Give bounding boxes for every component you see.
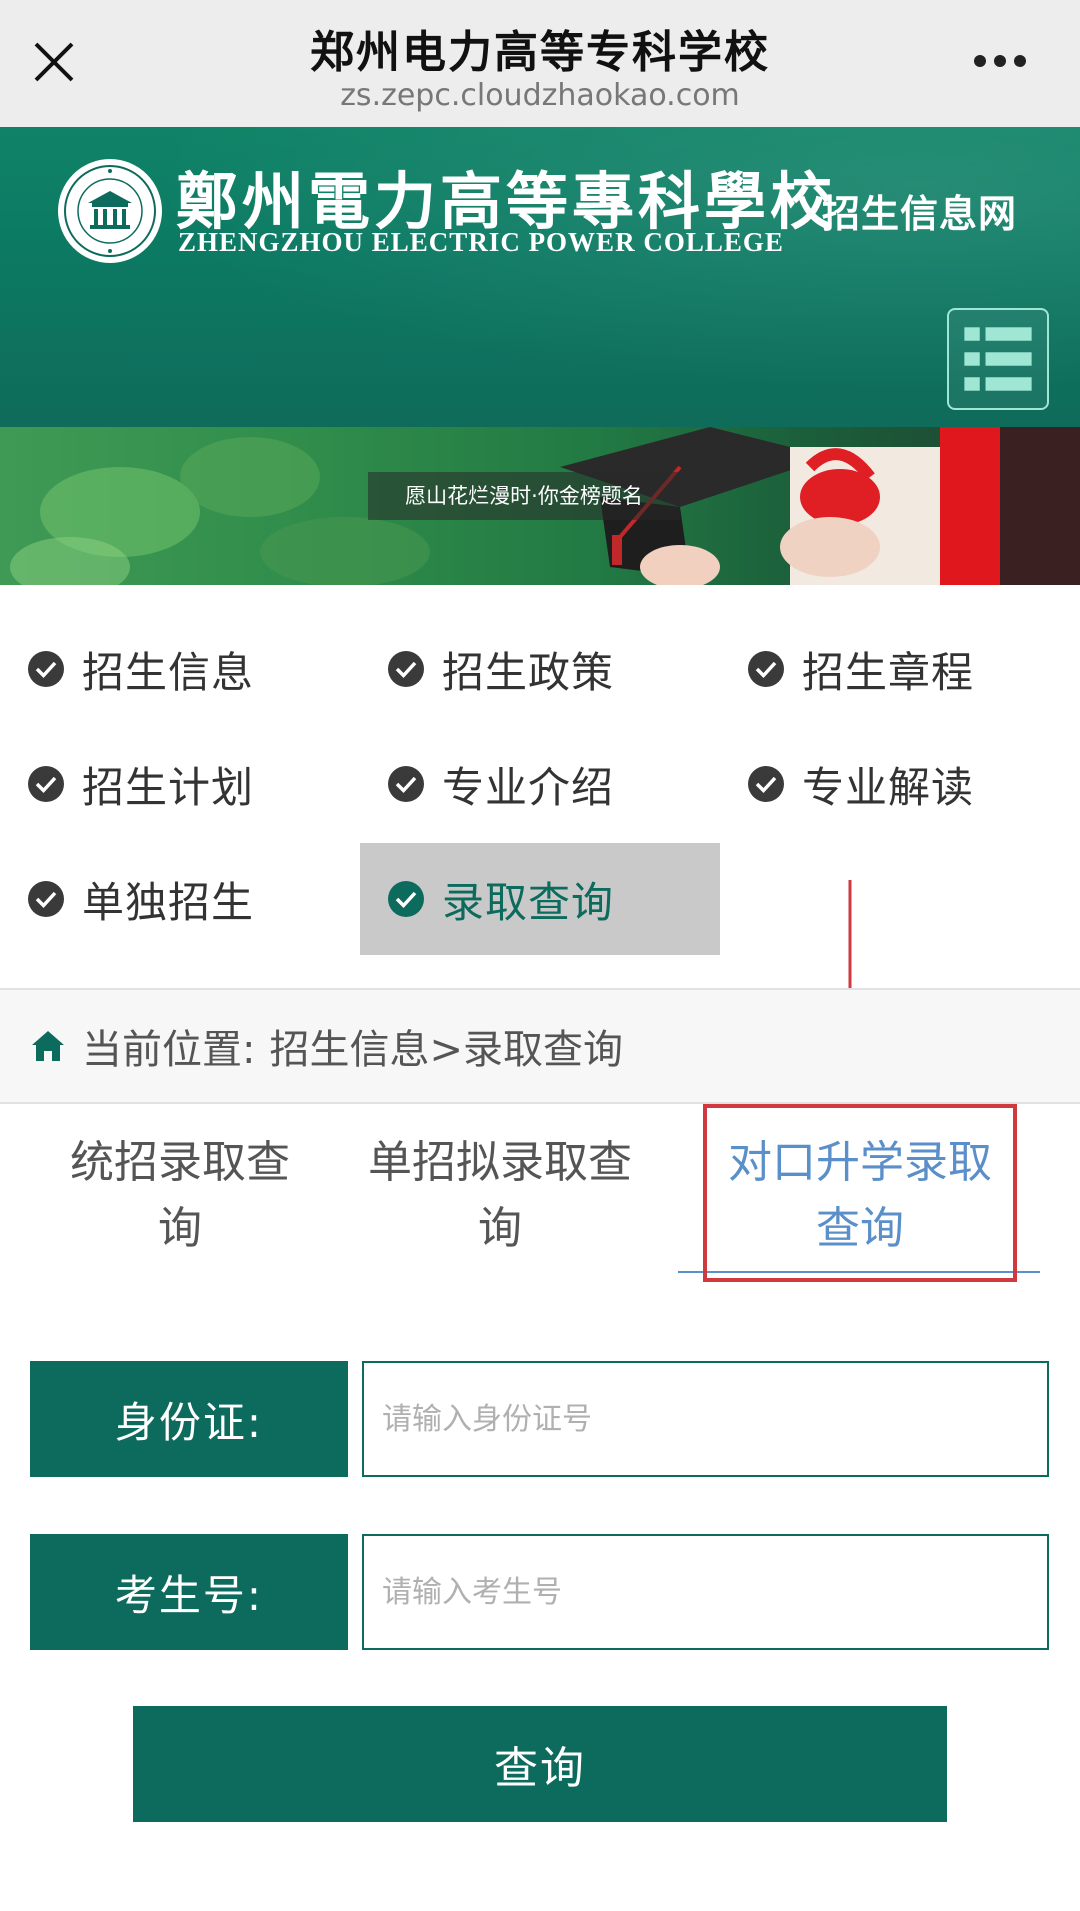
- school-logo-icon: [58, 159, 162, 263]
- home-icon[interactable]: [30, 1029, 66, 1063]
- nav-item-label: 专业解读: [802, 762, 975, 812]
- nav-item-major-interpretation[interactable]: 专业解读: [720, 728, 1080, 840]
- tab-label-line2: 询: [478, 1203, 522, 1254]
- exam-number-input[interactable]: [362, 1534, 1049, 1650]
- check-circle-icon: [28, 651, 64, 687]
- nav-item-label: 招生政策: [442, 647, 615, 697]
- tab-label-line1: 统招录取查: [70, 1137, 290, 1188]
- check-circle-icon: [388, 881, 424, 917]
- check-circle-icon: [748, 651, 784, 687]
- exam-number-label: 考生号:: [30, 1534, 348, 1650]
- nav-item-admission-info[interactable]: 招生信息: [0, 613, 360, 725]
- nav-item-label: 专业介绍: [442, 762, 615, 812]
- nav-item-admission-query[interactable]: 录取查询: [360, 843, 720, 955]
- more-options-icon[interactable]: [970, 46, 1040, 76]
- site-header: 鄭州電力高等專科學校 ZHENGZHOU ELECTRIC POWER COLL…: [0, 127, 1080, 427]
- school-name-english: ZHENGZHOU ELECTRIC POWER COLLEGE: [178, 227, 784, 257]
- nav-item-label: 招生计划: [82, 762, 255, 812]
- tab-unified-admission-query[interactable]: 统招录取查 询: [30, 1130, 330, 1280]
- nav-item-admission-plan[interactable]: 招生计划: [0, 728, 360, 840]
- nav-item-label: 录取查询: [442, 877, 615, 927]
- check-circle-icon: [748, 766, 784, 802]
- nav-item-label: 单独招生: [82, 877, 255, 927]
- banner-slogan: 愿山花烂漫时·你金榜题名: [368, 472, 680, 520]
- nav-item-major-intro[interactable]: 专业介绍: [360, 728, 720, 840]
- page-url: zs.zepc.cloudzhaokao.com: [340, 78, 740, 113]
- breadcrumb: 当前位置: 招生信息>录取查询: [0, 988, 1080, 1104]
- nav-item-admission-charter[interactable]: 招生章程: [720, 613, 1080, 725]
- nav-item-admission-policy[interactable]: 招生政策: [360, 613, 720, 725]
- check-circle-icon: [388, 651, 424, 687]
- breadcrumb-path[interactable]: 招生信息>录取查询: [269, 1017, 623, 1075]
- query-button[interactable]: 查询: [133, 1706, 947, 1822]
- breadcrumb-prefix: 当前位置:: [82, 1027, 256, 1073]
- tab-independent-admission-query[interactable]: 单招拟录取查 询: [340, 1130, 660, 1280]
- id-card-input[interactable]: [362, 1361, 1049, 1477]
- nav-item-label: 招生信息: [82, 647, 255, 697]
- tab-label-line1: 单招拟录取查: [368, 1137, 632, 1188]
- browser-top-bar: 郑州电力高等专科学校 zs.zepc.cloudzhaokao.com: [0, 0, 1080, 127]
- nav-item-independent-admission[interactable]: 单独招生: [0, 843, 360, 955]
- nav-item-label: 招生章程: [802, 647, 975, 697]
- site-name: 招生信息网: [822, 192, 1018, 236]
- page-title: 郑州电力高等专科学校: [310, 27, 770, 78]
- annotation-highlight-box: [703, 1104, 1017, 1282]
- id-card-label: 身份证:: [30, 1361, 348, 1477]
- tab-label-line2: 询: [158, 1203, 202, 1254]
- banner-image: 愿山花烂漫时·你金榜题名: [0, 427, 1080, 585]
- check-circle-icon: [28, 881, 64, 917]
- close-icon[interactable]: [30, 38, 78, 86]
- check-circle-icon: [28, 766, 64, 802]
- menu-icon[interactable]: [947, 308, 1049, 410]
- check-circle-icon: [388, 766, 424, 802]
